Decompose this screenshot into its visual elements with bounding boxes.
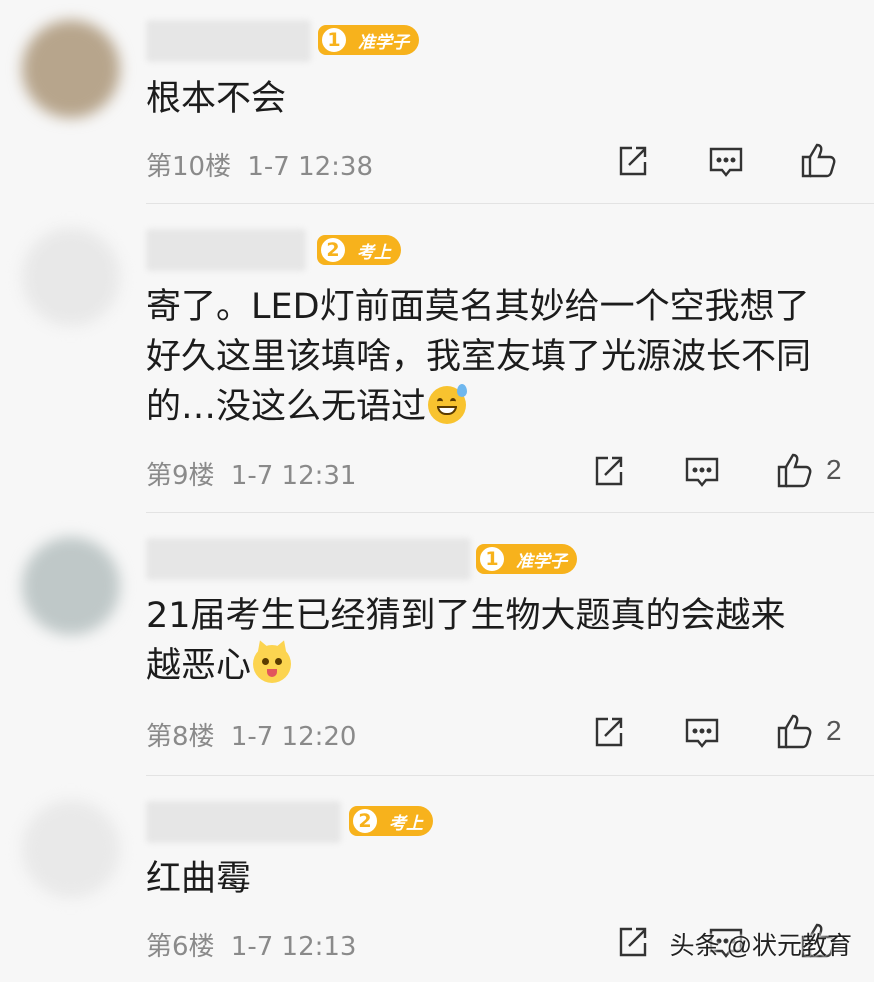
- share-icon: [595, 456, 623, 486]
- badge-label: 准学子: [516, 551, 567, 572]
- cat-tongue-emoji-icon: [253, 637, 292, 683]
- share-button[interactable]: [616, 925, 650, 959]
- comment-meta: 第6楼 1-7 12:13: [146, 926, 356, 963]
- badge-label: 准学子: [358, 32, 409, 53]
- share-icon: [619, 146, 647, 176]
- comment-text-line-part: 越恶心: [146, 646, 252, 686]
- timestamp: 1-7 12:38: [247, 152, 374, 182]
- share-button[interactable]: [592, 454, 626, 488]
- comment-text-line: 越恶心: [146, 637, 846, 691]
- floor-number: 第8楼: [146, 722, 215, 752]
- username-blurred[interactable]: [146, 538, 471, 580]
- comment-meta: 第9楼 1-7 12:31: [146, 455, 356, 492]
- level-badge: 1 准学子: [476, 544, 577, 574]
- comment-text-line: 的…没这么无语过: [146, 382, 846, 432]
- avatar[interactable]: [22, 20, 120, 118]
- like-button[interactable]: 2: [776, 452, 842, 488]
- comment-icon: [685, 457, 719, 487]
- username-blurred[interactable]: [146, 229, 306, 271]
- level-badge: 1 准学子: [318, 25, 419, 55]
- avatar[interactable]: [22, 228, 120, 326]
- divider: [146, 775, 874, 776]
- timestamp: 1-7 12:13: [230, 932, 357, 962]
- grinning-sweat-emoji-icon: [428, 384, 468, 424]
- badge-label: 考上: [357, 242, 391, 263]
- badge-level-icon: 2: [351, 807, 379, 835]
- badge-level-icon: 1: [478, 545, 506, 573]
- comment-text-line: 好久这里该填啥，我室友填了光源波长不同: [146, 337, 812, 377]
- like-icon: [801, 143, 836, 178]
- like-icon: [777, 714, 812, 749]
- comment-button[interactable]: [708, 146, 744, 178]
- divider: [146, 512, 874, 513]
- like-button[interactable]: 2: [776, 713, 842, 749]
- level-badge: 2 考上: [349, 806, 433, 836]
- badge-label: 考上: [389, 813, 423, 834]
- share-button[interactable]: [616, 144, 650, 178]
- like-icon: [777, 453, 812, 488]
- comment-meta: 第8楼 1-7 12:20: [146, 716, 356, 753]
- comment-text: 21届考生已经猜到了生物大题真的会越来 越恶心: [146, 591, 846, 691]
- comment-text-line: 21届考生已经猜到了生物大题真的会越来: [146, 596, 786, 636]
- comment-text: 根本不会: [146, 74, 846, 124]
- avatar[interactable]: [22, 800, 120, 898]
- floor-number: 第6楼: [146, 932, 215, 962]
- timestamp: 1-7 12:31: [230, 461, 357, 491]
- comment-icon: [709, 147, 743, 177]
- share-icon: [619, 927, 647, 957]
- comment-button[interactable]: [684, 717, 720, 749]
- comment-icon: [685, 718, 719, 748]
- like-count: 2: [826, 454, 842, 485]
- source-watermark: 头条 @状元教育: [669, 932, 852, 960]
- comment-text-line: 红曲霉: [146, 859, 252, 899]
- comment-meta: 第10楼 1-7 12:38: [146, 146, 373, 183]
- share-button[interactable]: [592, 715, 626, 749]
- comment-text: 寄了。LED灯前面莫名其妙给一个空我想了 好久这里该填啥，我室友填了光源波长不同…: [146, 282, 846, 432]
- divider: [146, 203, 874, 204]
- badge-level-icon: 2: [319, 236, 347, 264]
- like-button[interactable]: [800, 142, 850, 178]
- comment-text: 红曲霉: [146, 854, 846, 904]
- badge-level-icon: 1: [320, 26, 348, 54]
- timestamp: 1-7 12:20: [230, 722, 357, 752]
- comment-text-line-part: 的…没这么无语过: [146, 387, 427, 427]
- floor-number: 第9楼: [146, 461, 215, 491]
- share-icon: [595, 717, 623, 747]
- level-badge: 2 考上: [317, 235, 401, 265]
- comment-button[interactable]: [684, 456, 720, 488]
- comment-text-line: 根本不会: [146, 79, 287, 119]
- username-blurred[interactable]: [146, 801, 341, 843]
- comment-text-line: 寄了。LED灯前面莫名其妙给一个空我想了: [146, 287, 810, 327]
- avatar[interactable]: [22, 537, 120, 635]
- floor-number: 第10楼: [146, 152, 232, 182]
- like-count: 2: [826, 715, 842, 746]
- username-blurred[interactable]: [146, 20, 311, 62]
